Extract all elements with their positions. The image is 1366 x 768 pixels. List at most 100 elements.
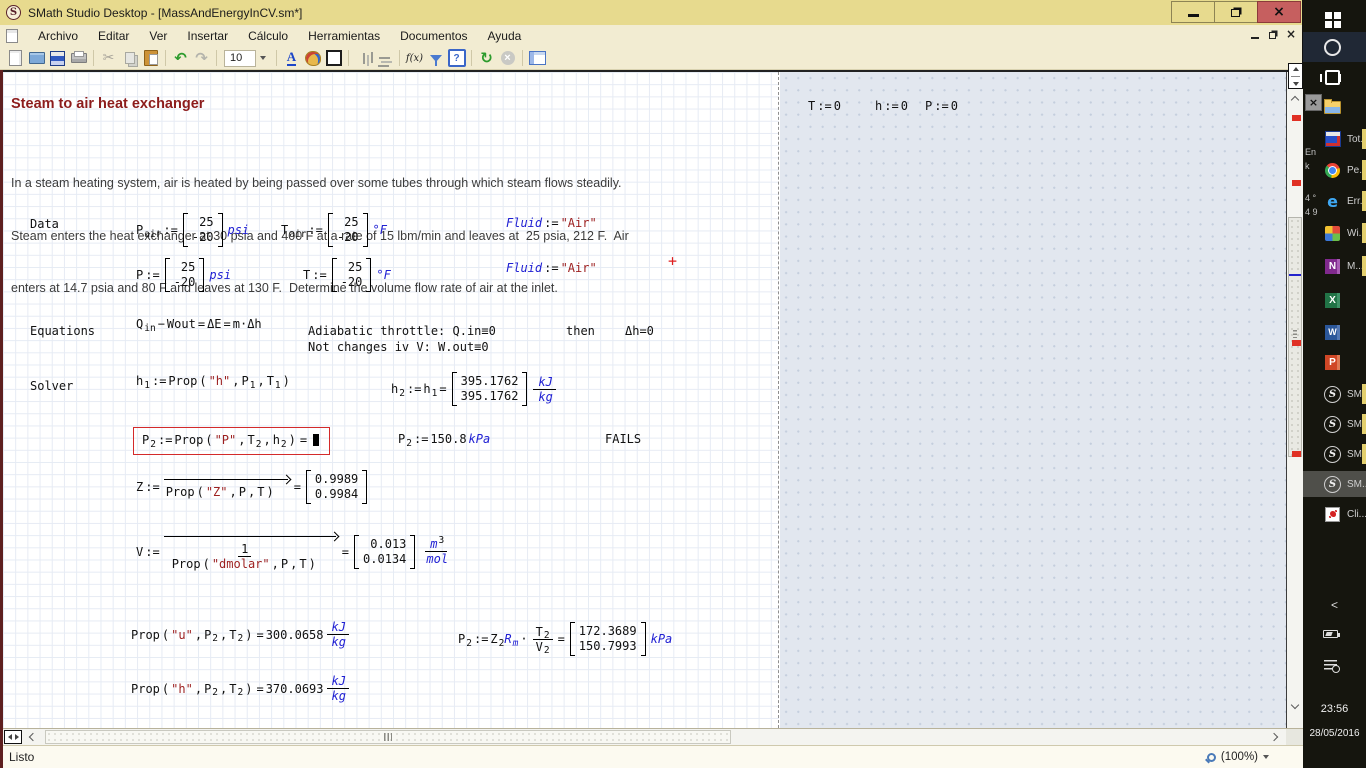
taskbar-item-clip-app[interactable]: Cli... xyxy=(1303,501,1366,527)
undo-icon[interactable] xyxy=(171,49,190,68)
taskbar-item-win-app[interactable]: Wi... xyxy=(1303,220,1366,246)
menu-item-editar[interactable]: Editar xyxy=(88,29,139,43)
taskbar-item-file-explorer[interactable] xyxy=(1303,94,1366,120)
font-size-select[interactable]: 10 xyxy=(224,50,256,67)
menu-item-archivo[interactable]: Archivo xyxy=(28,29,88,43)
menu-item-herramientas[interactable]: Herramientas xyxy=(298,29,390,43)
open-file-icon[interactable] xyxy=(27,49,46,68)
taskbar-item-cortana[interactable] xyxy=(1303,32,1366,62)
scroll-down-button[interactable] xyxy=(1287,698,1303,714)
taskbar-item-total-commander[interactable]: Tot... xyxy=(1303,126,1366,152)
close-button[interactable]: × xyxy=(1257,1,1301,23)
outside-page-area[interactable] xyxy=(780,72,1286,728)
math-region-p-air[interactable]: Pair:=25-20psi xyxy=(136,213,249,247)
taskbar-item-excel[interactable] xyxy=(1303,287,1366,313)
math-region-fluid-2[interactable]: Fluid:="Air" xyxy=(506,261,597,275)
mdi-close-button[interactable]: × xyxy=(1286,28,1296,40)
vertical-scroll-thumb[interactable] xyxy=(1288,217,1302,457)
zoom-control[interactable]: (100%) xyxy=(1207,751,1269,763)
math-region-prop-h[interactable]: Prop("h",P2,T2)=370.0693kJkg xyxy=(131,674,352,703)
save-icon[interactable] xyxy=(48,49,67,68)
note-then[interactable]: then xyxy=(566,324,595,338)
scroll-up-button[interactable] xyxy=(1287,90,1303,106)
menu-item-cálculo[interactable]: Cálculo xyxy=(238,29,298,43)
show-hidden-icons-button[interactable]: < xyxy=(1303,598,1366,612)
math-region-z[interactable]: Z:=Prop("Z",P,T)=0.99890.9984 xyxy=(136,470,370,504)
sheet-title[interactable]: Steam to air heat exchanger xyxy=(11,96,204,112)
scroll-left-button[interactable] xyxy=(23,729,41,745)
taskbar-item-edge[interactable]: Err... xyxy=(1303,188,1366,214)
cut-icon[interactable] xyxy=(99,49,118,68)
print-icon[interactable] xyxy=(69,49,88,68)
note-adiabatic-2[interactable]: Not changes iv V: W.out≡0 xyxy=(308,340,489,354)
taskbar-item-smath-3[interactable]: SM... xyxy=(1303,441,1366,467)
math-region-h2[interactable]: h2:=h1=395.1762395.1762kJkg xyxy=(391,372,559,406)
taskbar-item-start[interactable] xyxy=(1303,6,1366,32)
taskbar-item-word[interactable] xyxy=(1303,319,1366,345)
taskbar-item-task-view[interactable] xyxy=(1303,64,1366,90)
label-data[interactable]: Data xyxy=(30,217,59,231)
action-center-icon[interactable] xyxy=(1324,660,1337,670)
copy-icon[interactable] xyxy=(120,49,139,68)
insert-function-icon[interactable] xyxy=(405,49,424,68)
battery-icon[interactable] xyxy=(1323,630,1338,638)
math-region-p2-value[interactable]: P2:=150.8kPa xyxy=(398,432,490,446)
restore-button[interactable] xyxy=(1214,1,1258,23)
note-fails[interactable]: FAILS xyxy=(605,432,641,446)
font-color-icon[interactable] xyxy=(282,49,301,68)
label-solver[interactable]: Solver xyxy=(30,379,73,393)
mdi-restore-button[interactable] xyxy=(1269,32,1276,39)
menu-item-documentos[interactable]: Documentos xyxy=(390,29,477,43)
align-horizontal-icon[interactable] xyxy=(354,49,373,68)
scroll-right-button[interactable] xyxy=(1266,729,1284,745)
taskbar-item-smath-1[interactable]: SM... xyxy=(1303,381,1366,407)
label-equations[interactable]: Equations xyxy=(30,324,95,338)
math-region-t-air[interactable]: Tair:=25-20°F xyxy=(281,213,387,247)
dynamic-assistance-icon[interactable] xyxy=(447,49,466,68)
math-region-fluid-1[interactable]: Fluid:="Air" xyxy=(506,216,597,230)
align-vertical-icon[interactable] xyxy=(375,49,394,68)
menu-item-insertar[interactable]: Insertar xyxy=(177,29,238,43)
math-region-p[interactable]: P:=25-20psi xyxy=(136,258,231,292)
minimize-button[interactable] xyxy=(1171,1,1215,23)
zoom-caret-icon[interactable] xyxy=(1263,755,1269,759)
show-borders-icon[interactable] xyxy=(324,49,343,68)
clock-time[interactable]: 23:56 xyxy=(1303,703,1366,715)
horizontal-scrollbar[interactable] xyxy=(3,728,1303,745)
paste-icon[interactable] xyxy=(141,49,160,68)
show-units-icon[interactable] xyxy=(528,49,547,68)
horizontal-scroll-thumb[interactable] xyxy=(45,730,731,744)
hscrollbar-split-button[interactable] xyxy=(4,730,22,744)
new-document-icon[interactable] xyxy=(6,49,25,68)
vertical-scrollbar[interactable] xyxy=(1286,72,1303,730)
menu-item-ayuda[interactable]: Ayuda xyxy=(478,29,532,43)
redo-icon[interactable] xyxy=(192,49,211,68)
math-region-prop-u[interactable]: Prop("u",P2,T2)=300.0658kJkg xyxy=(131,620,352,649)
insertion-cursor[interactable]: + xyxy=(668,252,677,270)
interrupt-icon[interactable] xyxy=(498,49,517,68)
math-region-t[interactable]: T:=25-20°F xyxy=(303,258,391,292)
math-region-t-zero[interactable]: T:=0 xyxy=(808,99,841,113)
taskbar-item-onenote[interactable]: M... xyxy=(1303,253,1366,279)
taskbar-item-smath-4[interactable]: SM... xyxy=(1303,471,1366,497)
math-region-p-zero[interactable]: P:=0 xyxy=(925,99,958,113)
font-size-caret-icon[interactable] xyxy=(260,56,266,60)
taskbar-item-powerpoint[interactable] xyxy=(1303,349,1366,375)
math-region-h-zero[interactable]: h:=0 xyxy=(875,99,908,113)
error-selection-box[interactable]: P2:=Prop("P",T2,h2)= xyxy=(133,427,330,455)
mdi-minimize-button[interactable] xyxy=(1251,37,1259,39)
background-color-icon[interactable] xyxy=(303,49,322,68)
recalculate-icon[interactable] xyxy=(477,49,496,68)
scrollbar-split-button[interactable] xyxy=(1288,63,1303,89)
math-region-v[interactable]: V:=1Prop("dmolar",P,T)=0.0130.0134m3mol xyxy=(136,532,454,571)
math-region-p2-ideal-gas[interactable]: P2:=Z2Rm·T2V2=172.3689150.7993kPa xyxy=(458,622,672,656)
note-dh[interactable]: Δh=0 xyxy=(625,324,654,338)
function-filter-icon[interactable] xyxy=(426,49,445,68)
menu-item-ver[interactable]: Ver xyxy=(139,29,177,43)
clock-date[interactable]: 28/05/2016 xyxy=(1303,728,1366,739)
math-region-h1[interactable]: h1:=Prop("h",P1,T1) xyxy=(136,374,292,388)
document-icon[interactable] xyxy=(6,29,18,43)
note-adiabatic-1[interactable]: Adiabatic throttle: Q.in≡0 xyxy=(308,324,496,338)
math-region-energy-balance[interactable]: Qin−Wout=ΔE=m·Δh xyxy=(136,317,262,331)
math-region-p2-prop[interactable]: P2:=Prop("P",T2,h2)= xyxy=(142,433,319,447)
